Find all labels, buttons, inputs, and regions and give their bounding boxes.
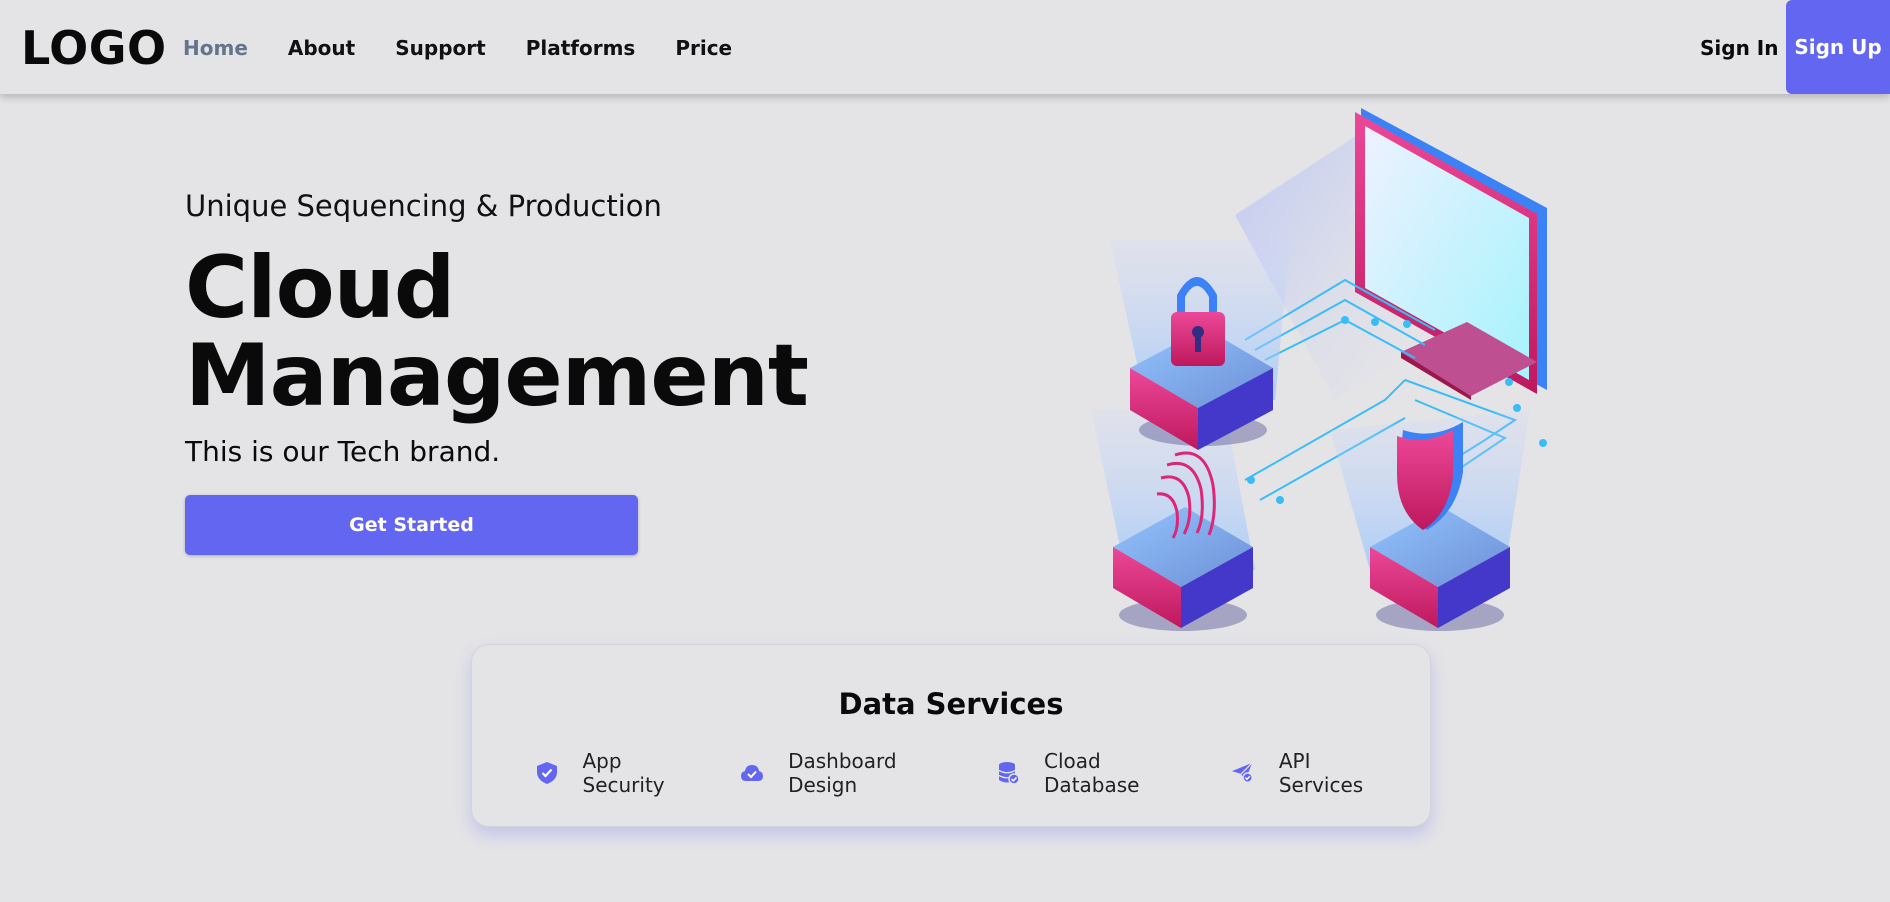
cloud-security-illustration [1091,108,1547,631]
data-services-card: Data Services App Security Dashboard Des… [471,644,1431,827]
nav-link-platforms[interactable]: Platforms [526,36,636,60]
main-nav: Home About Support Platforms Price [183,36,772,60]
data-services-title: Data Services [838,687,1064,721]
service-item-app-security[interactable]: App Security [536,749,702,797]
sign-up-button[interactable]: Sign Up [1786,0,1890,94]
hero-title-line-2: Management [185,326,809,426]
database-check-icon [998,761,1021,785]
hero-title: Cloud Management [185,244,905,420]
service-item-cload-database[interactable]: Cload Database [998,749,1193,797]
get-started-button[interactable]: Get Started [185,495,638,555]
nav-link-price[interactable]: Price [675,36,732,60]
cloud-check-icon [740,761,764,785]
nav-link-about[interactable]: About [288,36,355,60]
hero-tagline: This is our Tech brand. [185,435,501,468]
hero-section: Unique Sequencing & Production Cloud Man… [185,186,905,470]
nav-link-home[interactable]: Home [183,36,248,60]
service-label: App Security [582,749,665,797]
service-item-api-services[interactable]: API Services [1231,749,1392,797]
service-item-dashboard-design[interactable]: Dashboard Design [740,749,959,797]
logo[interactable]: LOGO [21,22,167,74]
hero-eyebrow: Unique Sequencing & Production [185,189,662,223]
services-list: App Security Dashboard Design Cload Data… [536,749,1430,797]
service-label: Cload Database [1044,749,1140,797]
sign-in-link[interactable]: Sign In [1700,36,1778,60]
hero-title-line-1: Cloud [185,238,455,338]
paper-plane-check-icon [1231,761,1255,785]
shield-check-icon [536,761,559,785]
service-label: Dashboard Design [788,749,897,797]
top-navbar: LOGO Home About Support Platforms Price … [0,0,1890,94]
nav-link-support[interactable]: Support [395,36,485,60]
service-label: API Services [1278,749,1364,797]
